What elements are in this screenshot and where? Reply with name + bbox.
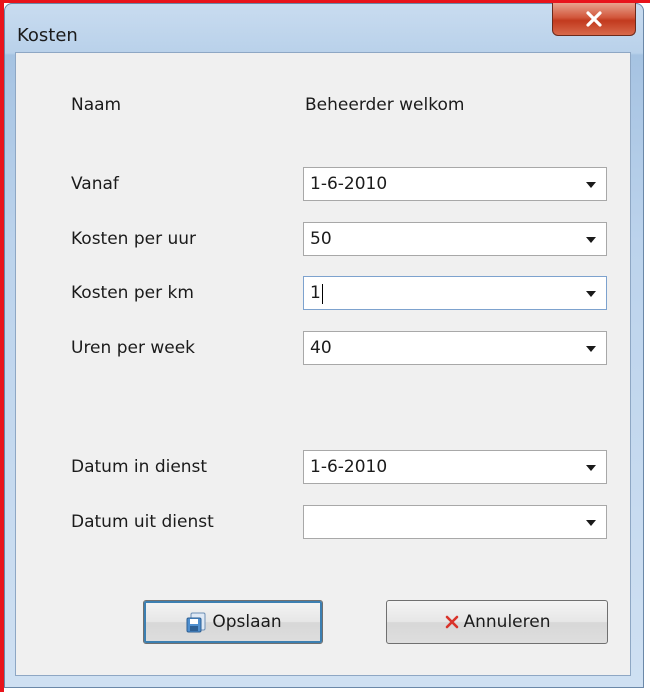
kosten-per-km-label: Kosten per km — [71, 283, 194, 303]
datum-uit-dienst-dropdown[interactable] — [303, 505, 607, 539]
close-icon — [586, 11, 602, 27]
close-button[interactable] — [552, 3, 636, 36]
datum-uit-dienst-label: Datum uit dienst — [71, 512, 214, 532]
cancel-button-label: Annuleren — [463, 612, 551, 632]
vanaf-label: Vanaf — [71, 174, 119, 194]
text-caret — [322, 284, 323, 304]
window-title: Kosten — [17, 25, 78, 46]
kosten-per-km-value: 1 — [310, 283, 321, 303]
chevron-down-icon[interactable] — [586, 291, 596, 297]
chevron-down-icon[interactable] — [586, 520, 596, 526]
save-button-label: Opslaan — [212, 612, 282, 632]
datum-in-dienst-label: Datum in dienst — [71, 457, 208, 477]
uren-per-week-dropdown[interactable]: 40 — [303, 331, 607, 365]
vanaf-value: 1-6-2010 — [310, 174, 388, 194]
naam-value: Beheerder welkom — [305, 95, 465, 115]
uren-per-week-value: 40 — [310, 338, 332, 358]
cancel-button[interactable]: Annuleren — [386, 600, 608, 644]
chevron-down-icon[interactable] — [586, 346, 596, 352]
kosten-dialog: Kosten Naam Beheerder welkom Vanaf 1-6-2… — [4, 3, 644, 688]
chevron-down-icon[interactable] — [586, 465, 596, 471]
kosten-per-uur-label: Kosten per uur — [71, 229, 197, 249]
save-disk-icon — [184, 610, 208, 634]
kosten-per-km-dropdown[interactable]: 1 — [303, 276, 607, 310]
chevron-down-icon[interactable] — [586, 182, 596, 188]
chevron-down-icon[interactable] — [586, 237, 596, 243]
save-button[interactable]: Opslaan — [143, 600, 323, 644]
naam-label: Naam — [71, 95, 122, 115]
vanaf-dropdown[interactable]: 1-6-2010 — [303, 167, 607, 201]
red-x-icon — [444, 614, 460, 630]
uren-per-week-label: Uren per week — [71, 338, 196, 358]
kosten-per-uur-value: 50 — [310, 229, 332, 249]
dialog-body: Naam Beheerder welkom Vanaf 1-6-2010 Kos… — [15, 52, 631, 676]
datum-in-dienst-dropdown[interactable]: 1-6-2010 — [303, 450, 607, 484]
title-bar[interactable]: Kosten — [4, 3, 644, 51]
datum-in-dienst-value: 1-6-2010 — [310, 457, 388, 477]
kosten-per-uur-dropdown[interactable]: 50 — [303, 222, 607, 256]
